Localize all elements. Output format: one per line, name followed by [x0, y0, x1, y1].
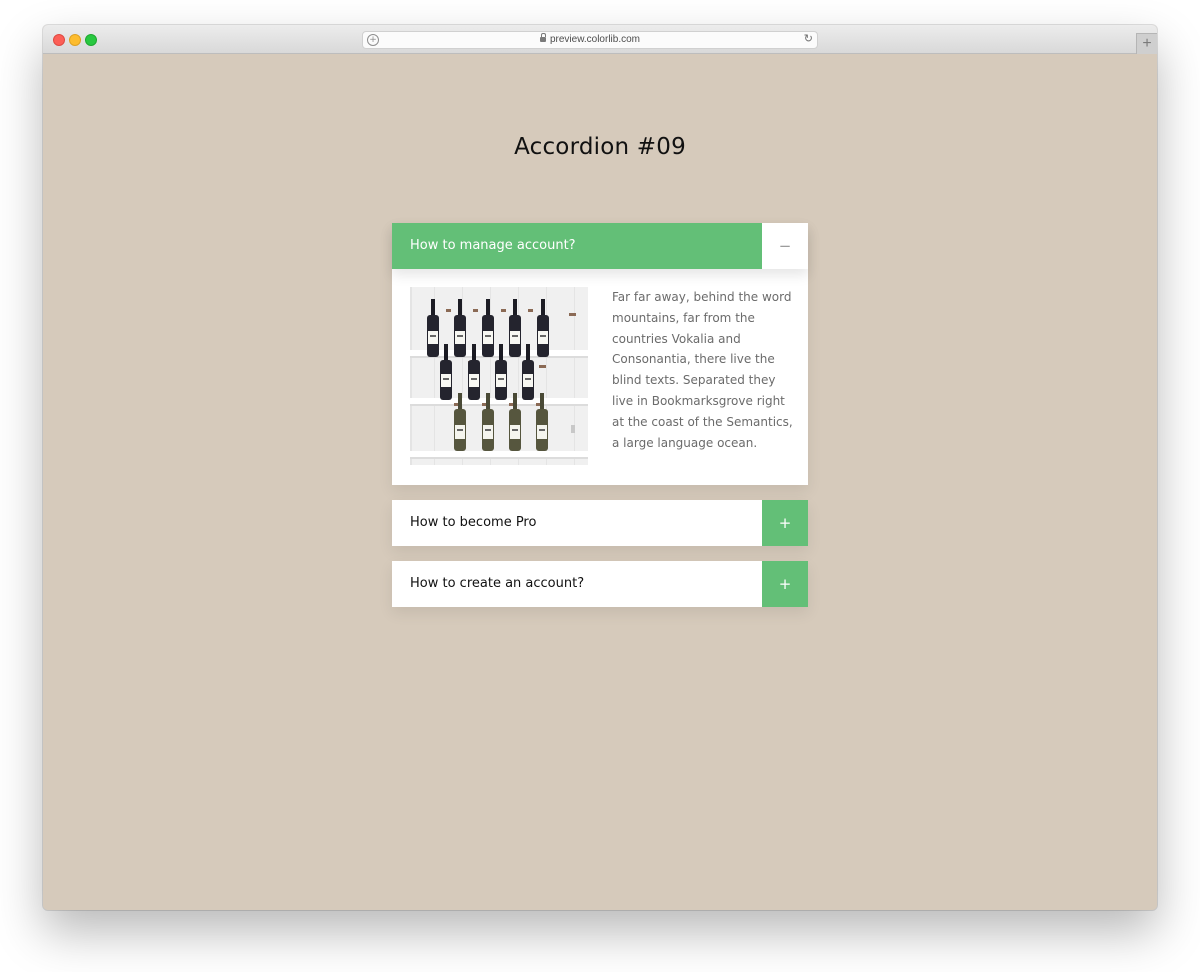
accordion-title: How to create an account? — [410, 576, 585, 591]
accordion-title: How to manage account? — [410, 238, 576, 253]
accordion-header-create-account[interactable]: How to create an account? + — [392, 561, 808, 607]
reload-icon[interactable]: ↻ — [804, 32, 813, 46]
expand-toggle-icon[interactable]: + — [762, 500, 808, 546]
close-window-button[interactable] — [53, 34, 65, 46]
accordion-body: Far far away, behind the word mountains,… — [392, 269, 808, 485]
browser-titlebar: + preview.colorlib.com ↻ + — [43, 25, 1157, 54]
wine-bottles-image — [410, 287, 588, 465]
accordion: How to manage account? − Far far away, b… — [392, 223, 808, 622]
new-tab-button[interactable]: + — [1136, 33, 1157, 54]
page-title: Accordion #09 — [514, 134, 686, 160]
browser-window: + preview.colorlib.com ↻ + Accordion #09… — [43, 25, 1157, 910]
accordion-header-become-pro[interactable]: How to become Pro + — [392, 500, 808, 546]
collapse-toggle-icon[interactable]: − — [762, 223, 808, 269]
accordion-panel: How to create an account? + — [392, 561, 808, 607]
maximize-window-button[interactable] — [85, 34, 97, 46]
accordion-body-text: Far far away, behind the word mountains,… — [612, 290, 793, 450]
url-text: preview.colorlib.com — [549, 34, 641, 45]
expand-toggle-icon[interactable]: + — [762, 561, 808, 607]
lock-icon — [539, 33, 546, 42]
page-content: Accordion #09 How to manage account? − F… — [43, 54, 1157, 910]
accordion-title: How to become Pro — [410, 515, 537, 530]
accordion-panel: How to become Pro + — [392, 500, 808, 546]
address-bar[interactable]: + preview.colorlib.com ↻ — [362, 31, 818, 49]
accordion-header-manage-account[interactable]: How to manage account? − — [392, 223, 808, 269]
minimize-window-button[interactable] — [69, 34, 81, 46]
accordion-panel: How to manage account? − Far far away, b… — [392, 223, 808, 485]
